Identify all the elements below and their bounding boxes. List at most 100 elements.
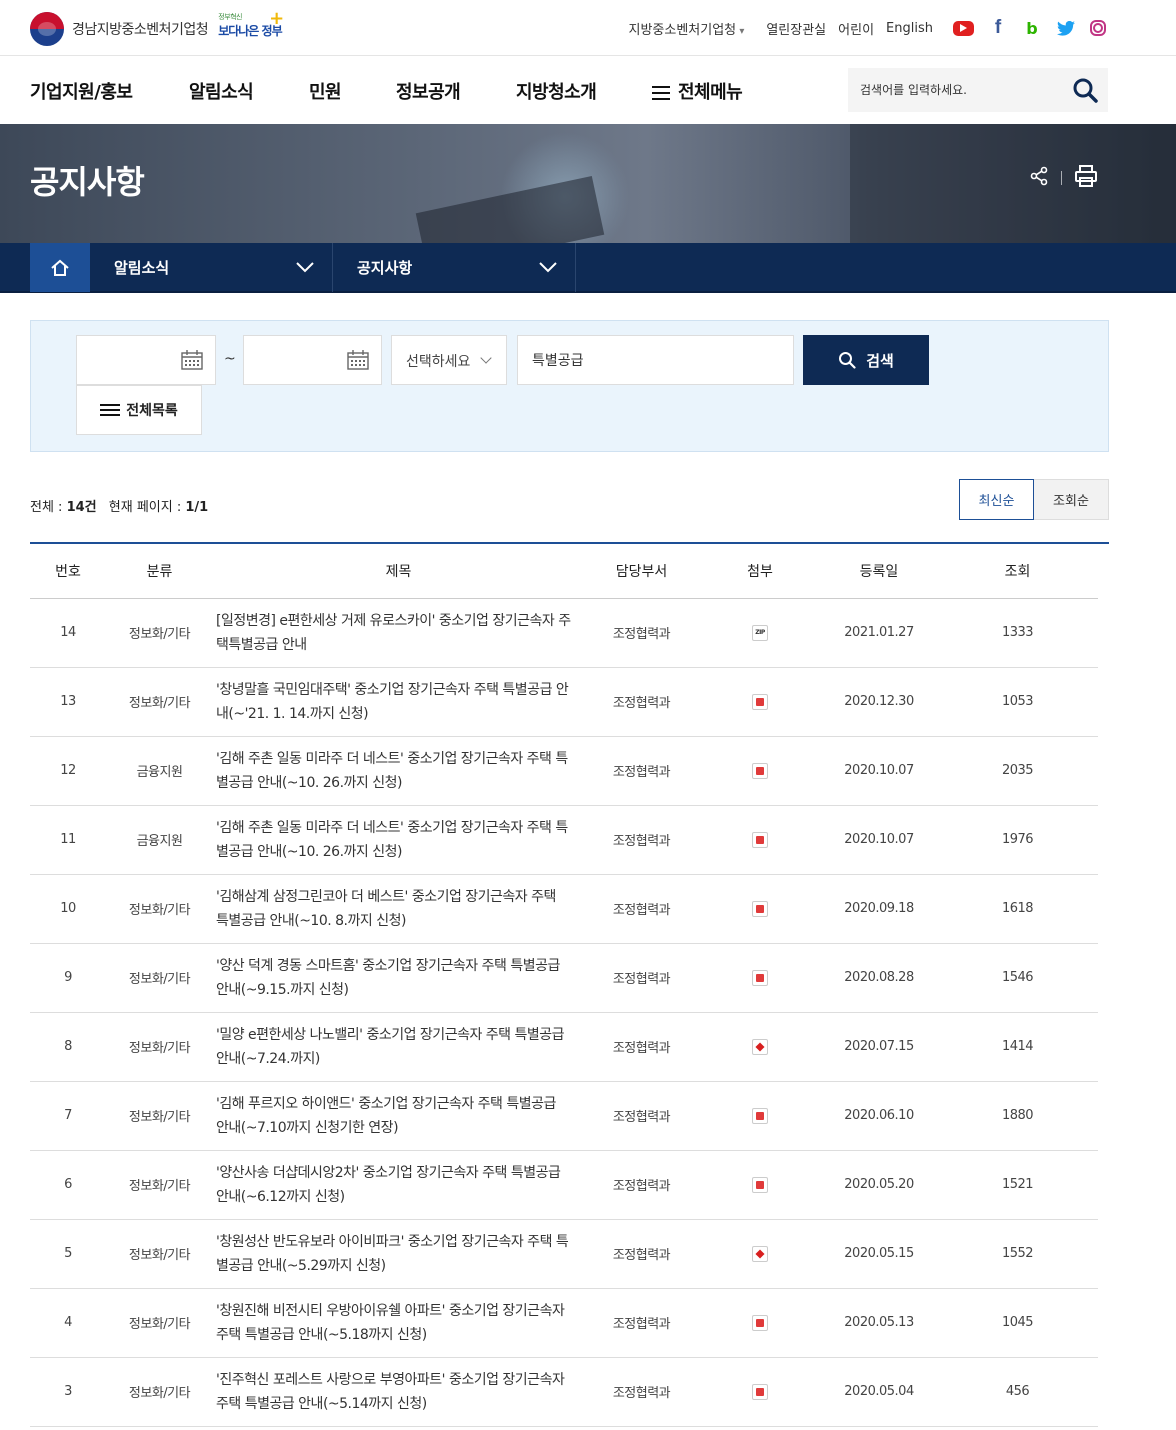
list-all-button[interactable]: 전체목록	[76, 385, 202, 435]
chevron-down-icon	[539, 262, 557, 273]
row-department: 조정협력과	[584, 1357, 699, 1427]
nav-all-menu-label: 전체메뉴	[678, 82, 743, 103]
table-row[interactable]: 10 정보화/기타 '김해삼계 삼정그린코아 더 베스트' 중소기업 장기근속자 주…	[30, 874, 1098, 944]
total-count: 14건	[66, 500, 97, 515]
table-row[interactable]: 12 금융지원 '김해 주촌 일동 미라주 더 네스트' 중소기업 장기근속자 주택…	[30, 736, 1098, 806]
hwp-file-icon[interactable]	[752, 831, 768, 848]
column-header-attachment: 첨부	[699, 542, 821, 599]
hwp-file-icon[interactable]	[752, 1107, 768, 1124]
hwp-file-icon[interactable]	[752, 693, 768, 710]
zip-file-icon[interactable]: ZIP	[752, 624, 768, 641]
print-icon[interactable]	[1074, 165, 1098, 191]
search-button-label: 검색	[866, 352, 894, 370]
regional-office-dropdown[interactable]: 지방중소벤처기업청	[629, 19, 745, 38]
row-title-link[interactable]: '밀양 e편한세상 나노밸리' 중소기업 장기근속자 주택 특별공급 안내(~7…	[213, 1012, 584, 1082]
site-search-input[interactable]	[848, 68, 1068, 112]
calendar-icon[interactable]	[347, 350, 369, 374]
row-title-link[interactable]: '김해 주촌 일동 미라주 더 네스트' 중소기업 장기근속자 주택 특별공급 …	[213, 736, 584, 806]
hwp-file-icon[interactable]	[752, 1176, 768, 1193]
link-minister-office[interactable]: 열린장관실	[766, 19, 826, 38]
hwp-file-icon[interactable]	[752, 1314, 768, 1331]
pdf-file-icon[interactable]	[752, 1038, 768, 1055]
table-row[interactable]: 8 정보화/기타 '밀양 e편한세상 나노밸리' 중소기업 장기근속자 주택 특별공…	[30, 1012, 1098, 1082]
location-depth1-label: 알림소식	[114, 259, 170, 277]
row-title-link[interactable]: '창녕말흘 국민임대주택' 중소기업 장기근속자 주택 특별공급 안내(~'21…	[213, 667, 584, 737]
plus-icon: +	[269, 8, 285, 29]
blog-icon[interactable]: b	[1022, 18, 1042, 38]
row-title-link[interactable]: '창원성산 반도유보라 아이비파크' 중소기업 장기근속자 주택 특별공급 안내…	[213, 1219, 584, 1289]
row-date: 2020.10.07	[821, 805, 937, 875]
search-button[interactable]: 검색	[803, 335, 929, 385]
nav-civil-petition[interactable]: 민원	[309, 78, 342, 104]
sort-latest-button[interactable]: 최신순	[959, 479, 1034, 520]
row-views: 1053	[937, 667, 1098, 737]
table-row[interactable]: 3 정보화/기타 '진주혁신 포레스트 사랑으로 부영아파트' 중소기업 장기근속자…	[30, 1357, 1098, 1427]
row-views: 1976	[937, 805, 1098, 875]
government-slogan: 정부혁신 보다나은 정부 +	[218, 8, 284, 46]
page-title: 공지사항	[30, 163, 145, 201]
column-header-date: 등록일	[821, 542, 937, 599]
banner-background-decoration	[850, 124, 1176, 243]
table-row[interactable]: 7 정보화/기타 '김해 푸르지오 하이앤드' 중소기업 장기근속자 주택 특별공급…	[30, 1081, 1098, 1151]
row-title-link[interactable]: '김해삼계 삼정그린코아 더 베스트' 중소기업 장기근속자 주택 특별공급 안…	[213, 874, 584, 944]
row-title-link[interactable]: '김해 푸르지오 하이앤드' 중소기업 장기근속자 주택 특별공급 안내(~7.…	[213, 1081, 584, 1151]
row-category: 정보화/기타	[106, 598, 213, 668]
location-depth1-dropdown[interactable]: 알림소식	[90, 243, 333, 292]
keyword-input[interactable]	[518, 336, 793, 384]
row-date: 2021.01.27	[821, 598, 937, 668]
nav-office-intro[interactable]: 지방청소개	[516, 78, 597, 104]
share-icon[interactable]	[1029, 166, 1049, 190]
row-department: 조정협력과	[584, 667, 699, 737]
list-icon	[100, 401, 121, 419]
nav-info-disclosure[interactable]: 정보공개	[396, 78, 461, 104]
hwp-file-icon[interactable]	[752, 900, 768, 917]
date-range-separator: ~	[224, 351, 236, 367]
table-row[interactable]: 5 정보화/기타 '창원성산 반도유보라 아이비파크' 중소기업 장기근속자 주택 …	[30, 1219, 1098, 1289]
twitter-icon[interactable]	[1056, 18, 1076, 38]
table-row[interactable]: 11 금융지원 '김해 주촌 일동 미라주 더 네스트' 중소기업 장기근속자 주택…	[30, 805, 1098, 875]
row-title-link[interactable]: '창원진해 비전시티 우방아이유쉘 아파트' 중소기업 장기근속자 주택 특별공…	[213, 1288, 584, 1358]
row-title-link[interactable]: [일정변경] e편한세상 거제 유로스카이' 중소기업 장기근속자 주택특별공급…	[213, 598, 584, 668]
pdf-file-icon[interactable]	[752, 1245, 768, 1262]
table-row[interactable]: 13 정보화/기타 '창녕말흘 국민임대주택' 중소기업 장기근속자 주택 특별공급…	[30, 667, 1098, 737]
row-title-link[interactable]: '김해 주촌 일동 미라주 더 네스트' 중소기업 장기근속자 주택 특별공급 …	[213, 805, 584, 875]
nav-news[interactable]: 알림소식	[189, 78, 254, 104]
site-search	[848, 68, 1108, 112]
row-department: 조정협력과	[584, 1288, 699, 1358]
row-title-link[interactable]: '양산 덕계 경동 스마트홈' 중소기업 장기근속자 주택 특별공급 안내(~9…	[213, 943, 584, 1013]
end-date-field[interactable]	[243, 335, 382, 385]
search-icon[interactable]	[1072, 77, 1098, 103]
instagram-icon[interactable]	[1090, 20, 1106, 36]
location-depth2-dropdown[interactable]: 공지사항	[333, 243, 576, 292]
search-type-select[interactable]: 선택하세요	[391, 335, 507, 385]
row-title-link[interactable]: '진주혁신 포레스트 사랑으로 부영아파트' 중소기업 장기근속자 주택 특별공…	[213, 1357, 584, 1427]
row-views: 1414	[937, 1012, 1098, 1082]
row-title-link[interactable]: '양산사송 더샵데시앙2차' 중소기업 장기근속자 주택 특별공급 안내(~6.…	[213, 1150, 584, 1220]
row-category: 정보화/기타	[106, 874, 213, 944]
nav-all-menu[interactable]: 전체메뉴	[652, 78, 743, 104]
column-header-views: 조회	[937, 542, 1098, 599]
sort-views-button[interactable]: 조회순	[1034, 479, 1109, 520]
calendar-icon[interactable]	[181, 350, 203, 374]
hwp-file-icon[interactable]	[752, 969, 768, 986]
hwp-file-icon[interactable]	[752, 1383, 768, 1400]
table-row[interactable]: 6 정보화/기타 '양산사송 더샵데시앙2차' 중소기업 장기근속자 주택 특별공급…	[30, 1150, 1098, 1220]
column-header-category: 분류	[106, 542, 213, 599]
hwp-file-icon[interactable]	[752, 762, 768, 779]
start-date-field[interactable]	[76, 335, 216, 385]
table-row[interactable]: 4 정보화/기타 '창원진해 비전시티 우방아이유쉘 아파트' 중소기업 장기근속자…	[30, 1288, 1098, 1358]
search-filter-panel: ~ 선택하세요 검색 전체목록	[30, 320, 1109, 452]
facebook-icon[interactable]: f	[988, 17, 1008, 38]
link-english[interactable]: English	[886, 21, 933, 36]
link-kids[interactable]: 어린이	[838, 19, 874, 38]
nav-business-support[interactable]: 기업지원/홍보	[30, 78, 133, 104]
row-date: 2020.06.10	[821, 1081, 937, 1151]
row-attachment	[699, 1219, 821, 1289]
row-views: 1552	[937, 1219, 1098, 1289]
table-row[interactable]: 14 정보화/기타 [일정변경] e편한세상 거제 유로스카이' 중소기업 장기근속…	[30, 598, 1098, 668]
row-number: 11	[30, 805, 106, 875]
youtube-icon[interactable]	[953, 20, 974, 36]
table-row[interactable]: 9 정보화/기타 '양산 덕계 경동 스마트홈' 중소기업 장기근속자 주택 특별공…	[30, 943, 1098, 1013]
home-icon[interactable]	[30, 243, 90, 292]
site-logo[interactable]: 경남지방중소벤처기업청 정부혁신 보다나은 정부 +	[30, 8, 284, 46]
